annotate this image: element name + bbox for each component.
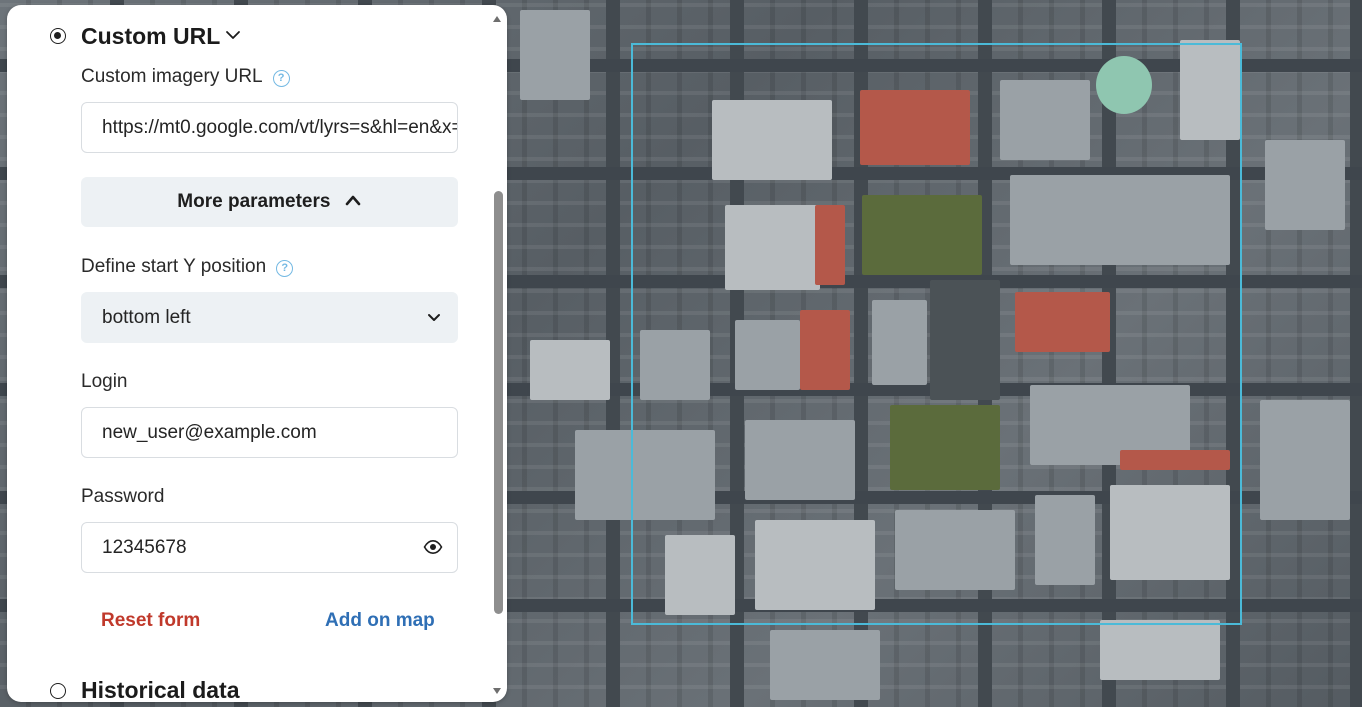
map-building bbox=[770, 630, 880, 700]
custom-url-radio[interactable] bbox=[50, 28, 66, 44]
map-building bbox=[1265, 140, 1345, 230]
password-label: Password bbox=[81, 486, 165, 507]
imagery-url-input[interactable]: https://mt0.google.com/vt/lyrs=s&hl=en&x… bbox=[81, 102, 458, 153]
historical-data-title[interactable]: Historical data bbox=[81, 676, 240, 702]
add-on-map-button[interactable]: Add on map bbox=[325, 609, 435, 633]
scroll-down-arrow-icon[interactable] bbox=[492, 687, 502, 695]
historical-data-radio[interactable] bbox=[50, 683, 66, 699]
eye-icon[interactable] bbox=[423, 539, 443, 555]
imagery-url-label: Custom imagery URL? bbox=[81, 65, 290, 89]
reset-form-button[interactable]: Reset form bbox=[101, 609, 200, 633]
side-panel: Custom URL Custom imagery URL? https://m… bbox=[7, 5, 507, 702]
scrollbar-thumb[interactable] bbox=[494, 191, 503, 614]
scroll-up-arrow-icon[interactable] bbox=[492, 15, 502, 23]
custom-url-title[interactable]: Custom URL bbox=[81, 22, 220, 50]
help-icon[interactable]: ? bbox=[272, 70, 290, 87]
password-input[interactable]: 12345678 bbox=[81, 522, 458, 573]
chevron-down-icon[interactable] bbox=[225, 29, 241, 41]
password-value: 12345678 bbox=[102, 537, 187, 558]
chevron-down-icon bbox=[428, 314, 440, 321]
chevron-up-icon bbox=[345, 195, 361, 206]
imagery-url-label-text: Custom imagery URL bbox=[81, 66, 263, 87]
panel-scrollbar[interactable] bbox=[491, 15, 503, 695]
more-parameters-button[interactable]: More parameters bbox=[81, 177, 458, 227]
more-parameters-label: More parameters bbox=[177, 191, 331, 212]
area-of-interest-rectangle[interactable] bbox=[631, 43, 1242, 625]
start-y-selected-value: bottom left bbox=[102, 307, 191, 328]
map-building bbox=[520, 10, 590, 100]
start-y-select[interactable]: bottom left bbox=[81, 292, 458, 343]
map-building bbox=[1100, 620, 1220, 680]
login-input[interactable]: new_user@example.com bbox=[81, 407, 458, 458]
help-icon[interactable]: ? bbox=[276, 260, 294, 277]
map-building bbox=[530, 340, 610, 400]
start-y-label-text: Define start Y position bbox=[81, 256, 267, 277]
start-y-label: Define start Y position? bbox=[81, 255, 294, 279]
login-label: Login bbox=[81, 371, 128, 392]
map-building bbox=[1260, 400, 1350, 520]
